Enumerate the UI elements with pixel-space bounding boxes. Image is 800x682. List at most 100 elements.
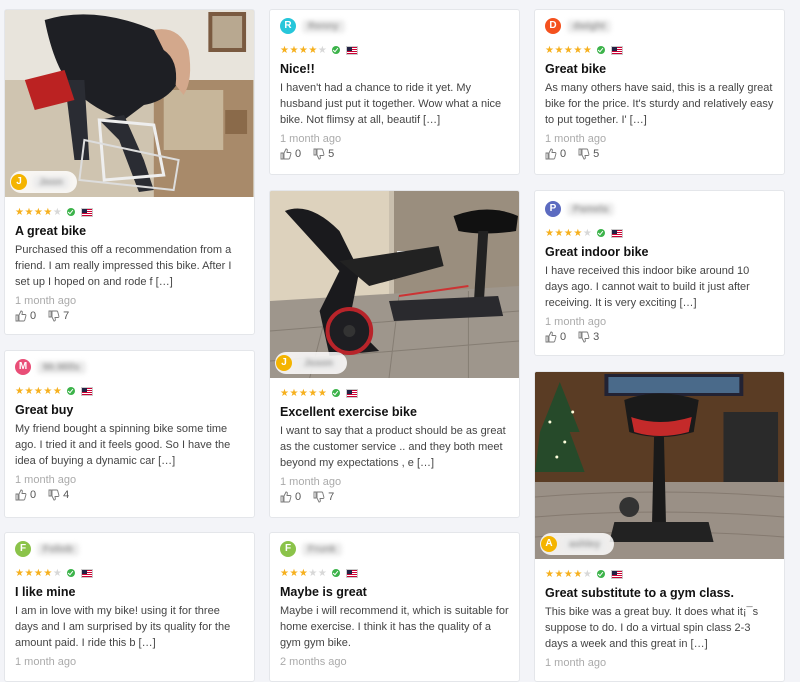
dislike-button[interactable]: 5 bbox=[313, 148, 334, 160]
us-flag-icon bbox=[346, 568, 359, 578]
review-title[interactable]: Great indoor bike bbox=[545, 245, 774, 259]
review-card[interactable]: J Jsson ★★★★★ Excellent exercise bike I … bbox=[269, 190, 520, 518]
like-count: 0 bbox=[30, 489, 37, 501]
review-text[interactable]: I want to say that a product should be a… bbox=[280, 423, 509, 471]
review-author: D dwight bbox=[545, 16, 774, 36]
avatar: F bbox=[15, 541, 31, 557]
author-name: dwight bbox=[567, 19, 612, 33]
review-author: F Frunk bbox=[280, 539, 509, 559]
review-card[interactable]: M Mr.Mills ★★★★★ Great buy My friend bou… bbox=[4, 350, 255, 518]
review-card[interactable]: F Foliob ★★★★★ I like mine I am in love … bbox=[4, 532, 255, 682]
thumbs-up-icon bbox=[15, 489, 27, 501]
dislike-button[interactable]: 7 bbox=[48, 310, 69, 322]
review-photo[interactable]: J Jsson bbox=[270, 191, 519, 378]
votes: 0 5 bbox=[280, 148, 509, 160]
like-button[interactable]: 0 bbox=[545, 331, 566, 343]
review-card[interactable]: F Frunk ★★★★★ Maybe is great Maybe i wil… bbox=[269, 532, 520, 682]
like-button[interactable]: 0 bbox=[280, 491, 301, 503]
review-card[interactable]: P Pamela ★★★★★ Great indoor bike I have … bbox=[534, 190, 785, 356]
review-text[interactable]: Maybe i will recommend it, which is suit… bbox=[280, 603, 509, 651]
review-author: M Mr.Mills bbox=[15, 357, 244, 377]
review-date: 2 months ago bbox=[280, 656, 347, 668]
review-text[interactable]: I have received this indoor bike around … bbox=[545, 263, 774, 311]
votes: 0 3 bbox=[545, 331, 774, 343]
author-name: ashley bbox=[563, 537, 607, 551]
review-title[interactable]: Great bike bbox=[545, 62, 774, 76]
thumbs-up-icon bbox=[545, 148, 557, 160]
review-text[interactable]: This bike was a great buy. It does what … bbox=[545, 604, 774, 652]
dislike-count: 7 bbox=[63, 310, 70, 322]
review-title[interactable]: Excellent exercise bike bbox=[280, 405, 509, 419]
review-text[interactable]: I haven't had a chance to ride it yet. M… bbox=[280, 80, 509, 128]
review-text[interactable]: Purchased this off a recommendation from… bbox=[15, 242, 244, 290]
review-text[interactable]: My friend bought a spinning bike some ti… bbox=[15, 421, 244, 469]
review-date: 1 month ago bbox=[545, 316, 607, 328]
author-name: Foliob bbox=[37, 542, 79, 556]
review-text[interactable]: As many others have said, this is a real… bbox=[545, 80, 774, 128]
star-rating: ★★★★★ bbox=[15, 206, 63, 218]
like-button[interactable]: 0 bbox=[15, 489, 36, 501]
review-photo[interactable]: A ashley bbox=[535, 372, 784, 559]
like-button[interactable]: 0 bbox=[15, 310, 36, 322]
like-button[interactable]: 0 bbox=[545, 148, 566, 160]
like-count: 0 bbox=[560, 148, 567, 160]
us-flag-icon bbox=[611, 45, 624, 55]
review-card[interactable]: A ashley ★★★★★ Great substitute to a gym… bbox=[534, 371, 785, 682]
us-flag-icon bbox=[346, 388, 359, 398]
us-flag-icon bbox=[81, 207, 94, 217]
review-author: J Joon bbox=[10, 171, 77, 193]
author-name: Frunk bbox=[302, 542, 342, 556]
us-flag-icon bbox=[611, 228, 624, 238]
review-date: 1 month ago bbox=[280, 133, 342, 145]
thumbs-down-icon bbox=[48, 489, 60, 501]
review-title[interactable]: I like mine bbox=[15, 585, 244, 599]
us-flag-icon bbox=[611, 569, 624, 579]
thumbs-down-icon bbox=[48, 310, 60, 322]
thumbs-up-icon bbox=[280, 491, 292, 503]
thumbs-down-icon bbox=[578, 331, 590, 343]
star-rating: ★★★★★ bbox=[280, 44, 328, 56]
review-title[interactable]: Great substitute to a gym class. bbox=[545, 586, 774, 600]
avatar: F bbox=[280, 541, 296, 557]
review-date: 1 month ago bbox=[545, 133, 607, 145]
dislike-count: 7 bbox=[328, 491, 335, 503]
dislike-button[interactable]: 5 bbox=[578, 148, 599, 160]
review-author: P Pamela bbox=[545, 199, 774, 219]
rating-row: ★★★★★ bbox=[545, 567, 774, 581]
review-card[interactable]: J Joon ★★★★★ A great bike Purchased this… bbox=[4, 9, 255, 335]
dislike-count: 4 bbox=[63, 489, 70, 501]
star-rating: ★★★★★ bbox=[545, 227, 593, 239]
verified-icon bbox=[597, 229, 606, 237]
like-button[interactable]: 0 bbox=[280, 148, 301, 160]
thumbs-down-icon bbox=[313, 491, 325, 503]
rating-row: ★★★★★ bbox=[15, 384, 244, 398]
review-card[interactable]: R Renny ★★★★★ Nice!! I haven't had a cha… bbox=[269, 9, 520, 175]
rating-row: ★★★★★ bbox=[280, 566, 509, 580]
review-date: 1 month ago bbox=[15, 474, 77, 486]
dislike-button[interactable]: 7 bbox=[313, 491, 334, 503]
review-date: 1 month ago bbox=[545, 657, 607, 669]
star-rating: ★★★★★ bbox=[15, 385, 63, 397]
author-name: Jsson bbox=[298, 356, 339, 370]
review-title[interactable]: A great bike bbox=[15, 224, 244, 238]
us-flag-icon bbox=[346, 45, 359, 55]
avatar: J bbox=[11, 174, 27, 190]
us-flag-icon bbox=[81, 568, 94, 578]
review-text[interactable]: I am in love with my bike! using it for … bbox=[15, 603, 244, 651]
dislike-button[interactable]: 4 bbox=[48, 489, 69, 501]
avatar: D bbox=[545, 18, 561, 34]
like-count: 0 bbox=[295, 148, 302, 160]
review-title[interactable]: Maybe is great bbox=[280, 585, 509, 599]
like-count: 0 bbox=[560, 331, 567, 343]
review-card[interactable]: D dwight ★★★★★ Great bike As many others… bbox=[534, 9, 785, 175]
review-author: R Renny bbox=[280, 16, 509, 36]
review-title[interactable]: Great buy bbox=[15, 403, 244, 417]
review-title[interactable]: Nice!! bbox=[280, 62, 509, 76]
dislike-button[interactable]: 3 bbox=[578, 331, 599, 343]
review-photo[interactable]: J Joon bbox=[5, 10, 254, 197]
author-name: Renny bbox=[302, 19, 345, 33]
us-flag-icon bbox=[81, 386, 94, 396]
thumbs-down-icon bbox=[313, 148, 325, 160]
avatar: J bbox=[276, 355, 292, 371]
thumbs-up-icon bbox=[545, 331, 557, 343]
